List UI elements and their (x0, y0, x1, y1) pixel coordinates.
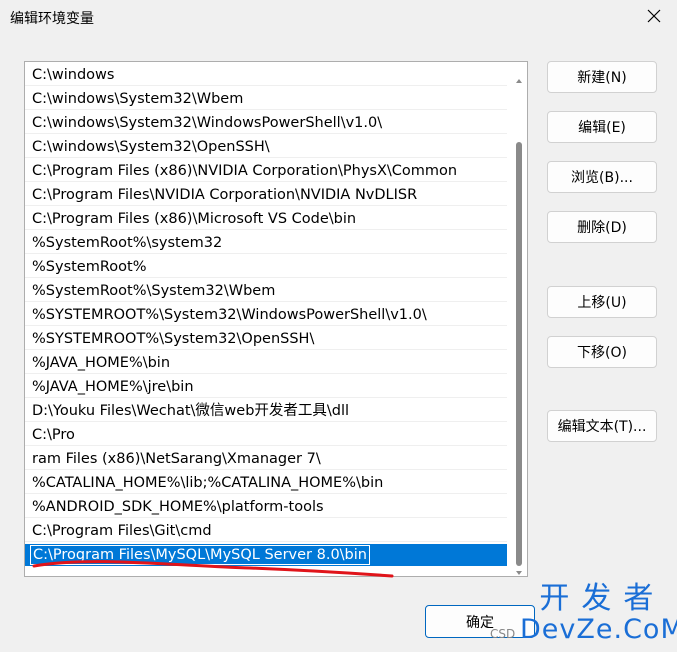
scroll-up-arrow-icon[interactable] (515, 70, 523, 83)
browse-button[interactable]: 浏览(B)... (547, 161, 657, 193)
path-item[interactable]: C:\Pro (25, 424, 507, 446)
watermark-line1: 开发者 (539, 581, 666, 616)
move-up-button[interactable]: 上移(U) (547, 286, 657, 318)
path-item[interactable]: %SYSTEMROOT%\System32\WindowsPowerShell\… (25, 304, 507, 326)
path-list: C:\windows C:\windows\System32\Wbem C:\w… (25, 64, 507, 568)
path-item[interactable]: C:\windows (25, 64, 507, 86)
path-item[interactable]: C:\windows\System32\WindowsPowerShell\v1… (25, 112, 507, 134)
path-item[interactable]: C:\windows\System32\Wbem (25, 88, 507, 110)
path-item[interactable]: C:\windows\System32\OpenSSH\ (25, 136, 507, 158)
path-item[interactable]: C:\Program Files (x86)\NVIDIA Corporatio… (25, 160, 507, 182)
title-bar: 编辑环境变量 (0, 0, 677, 34)
path-item[interactable]: D:\Youku Files\Wechat\微信web开发者工具\dll (25, 400, 507, 422)
watermark-line2: DevZe.CoM (520, 614, 677, 645)
edit-button[interactable]: 编辑(E) (547, 111, 657, 143)
watermark-logo: 开发者 DevZe.CoM (520, 583, 677, 645)
path-item[interactable]: %ANDROID_SDK_HOME%\platform-tools (25, 496, 507, 518)
path-item[interactable]: %SystemRoot%\system32 (25, 232, 507, 254)
scroll-down-arrow-icon[interactable] (515, 562, 523, 575)
vertical-scrollbar[interactable] (515, 70, 523, 575)
edit-text-button[interactable]: 编辑文本(T)... (547, 410, 657, 442)
path-item[interactable]: %CATALINA_HOME%\lib;%CATALINA_HOME%\bin (25, 472, 507, 494)
path-item[interactable]: %SYSTEMROOT%\System32\OpenSSH\ (25, 328, 507, 350)
path-item[interactable]: C:\Program Files\Git\cmd (25, 520, 507, 542)
path-item[interactable]: %SystemRoot%\System32\Wbem (25, 280, 507, 302)
path-item-selected[interactable]: C:\Program Files\MySQL\MySQL Server 8.0\… (25, 544, 507, 566)
path-item[interactable]: %JAVA_HOME%\bin (25, 352, 507, 374)
path-item[interactable]: C:\Program Files\NVIDIA Corporation\NVID… (25, 184, 507, 206)
watermark-partial-text: CSD (490, 627, 516, 641)
ok-button[interactable]: 确定 (425, 605, 535, 638)
window-title: 编辑环境变量 (10, 11, 94, 27)
close-icon (647, 8, 661, 27)
path-edit-input[interactable]: C:\Program Files\MySQL\MySQL Server 8.0\… (30, 545, 370, 565)
scroll-thumb[interactable] (516, 142, 522, 566)
path-item[interactable]: C:\Program Files (x86)\Microsoft VS Code… (25, 208, 507, 230)
path-item[interactable]: %JAVA_HOME%\jre\bin (25, 376, 507, 398)
move-down-button[interactable]: 下移(O) (547, 336, 657, 368)
new-button[interactable]: 新建(N) (547, 61, 657, 93)
delete-button[interactable]: 删除(D) (547, 211, 657, 243)
path-listbox[interactable]: C:\windows C:\windows\System32\Wbem C:\w… (24, 61, 528, 577)
path-item[interactable]: %SystemRoot% (25, 256, 507, 278)
close-button[interactable] (631, 0, 677, 34)
path-item[interactable]: ram Files (x86)\NetSarang\Xmanager 7\ (25, 448, 507, 470)
